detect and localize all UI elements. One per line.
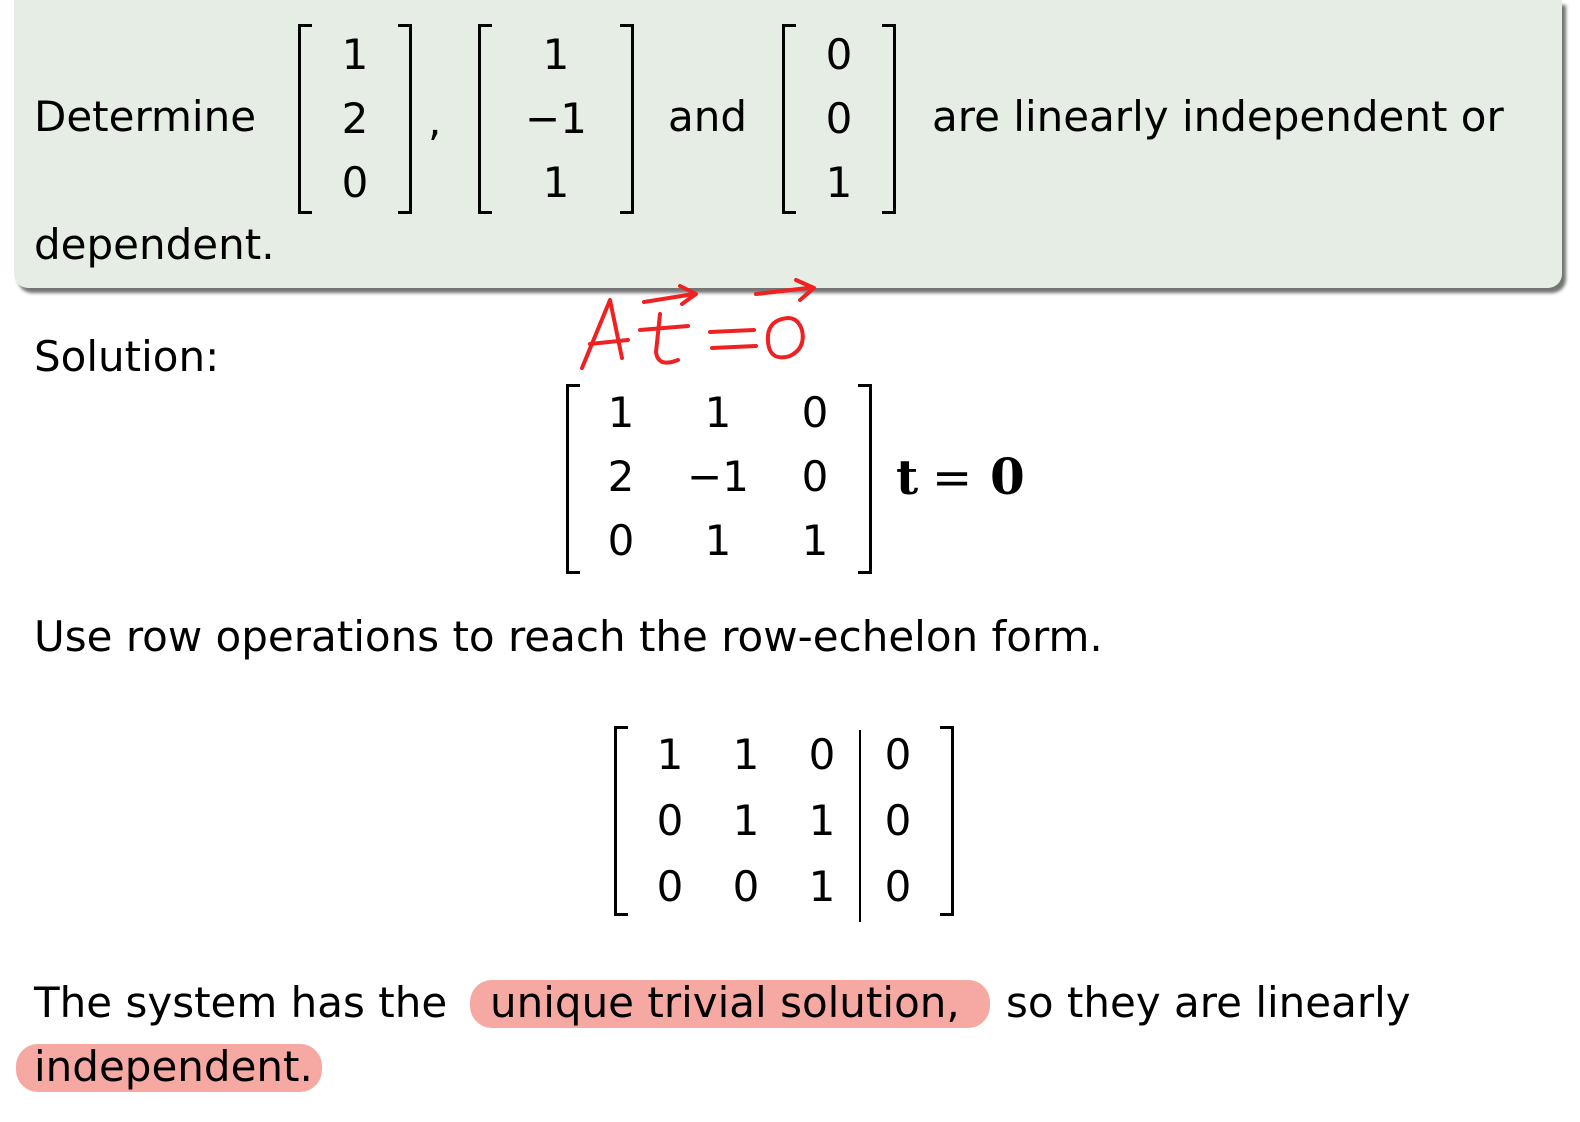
instruction-text: Use row operations to reach the row-eche…: [34, 612, 1103, 661]
equals-sign: =: [932, 450, 973, 506]
vector-2: 1 −1 1: [478, 24, 634, 214]
matrix-entry: 0: [801, 452, 829, 501]
echelon-matrix: 1 1 0 0 0 1 1 0 0 0 1 0: [614, 726, 954, 922]
matrix-entry: 0: [607, 516, 635, 565]
vector-1-entry: 1: [341, 30, 369, 79]
conclusion-part2: so they are linearly: [1006, 978, 1411, 1027]
matrix-entry: 2: [607, 452, 635, 501]
vector-1-entry: 0: [341, 158, 369, 207]
vector-3: 0 0 1: [782, 24, 896, 214]
matrix-entry: 1: [732, 730, 760, 779]
conclusion-highlight-1: unique trivial solution,: [490, 978, 960, 1027]
zero-vector-symbol: 0: [990, 447, 1025, 506]
t-vector-symbol: t: [896, 450, 919, 506]
vector-3-entry: 1: [825, 158, 853, 207]
augment-divider: [859, 730, 861, 922]
problem-prefix: Determine: [34, 92, 257, 141]
vector-2-entry: 1: [542, 158, 570, 207]
matrix-entry: 0: [884, 730, 912, 779]
matrix-entry: 0: [808, 730, 836, 779]
handwritten-annotation: [580, 278, 816, 370]
matrix-entry: 1: [704, 516, 732, 565]
vector-1-entry: 2: [341, 94, 369, 143]
matrix-entry: 0: [656, 862, 684, 911]
vector-2-entry: 1: [542, 30, 570, 79]
vector-3-entry: 0: [825, 94, 853, 143]
problem-continuation: dependent.: [34, 220, 275, 269]
vector-3-entry: 0: [825, 30, 853, 79]
problem-suffix: are linearly independent or: [932, 92, 1504, 141]
and-word: and: [668, 92, 748, 141]
solution-label: Solution:: [34, 332, 220, 381]
matrix-entry: 1: [656, 730, 684, 779]
vector-1: 1 2 0: [298, 24, 412, 214]
matrix-entry: 0: [732, 862, 760, 911]
matrix-entry: 1: [808, 796, 836, 845]
matrix-entry: 1: [732, 796, 760, 845]
bracket-left: [614, 726, 628, 916]
matrix-entry: 1: [704, 388, 732, 437]
matrix-entry: −1: [687, 452, 749, 501]
conclusion-highlight-2: independent.: [34, 1042, 313, 1091]
matrix-entry: 0: [884, 862, 912, 911]
conclusion-part1: The system has the: [34, 978, 448, 1027]
matrix-entry: 1: [607, 388, 635, 437]
bracket-right: [940, 726, 954, 916]
bracket-right: [858, 384, 872, 574]
matrix-entry: 0: [801, 388, 829, 437]
vector-2-entry: −1: [525, 94, 587, 143]
matrix-entry: 0: [656, 796, 684, 845]
bracket-left: [566, 384, 580, 574]
comma: ,: [428, 96, 442, 145]
matrix-entry: 0: [884, 796, 912, 845]
matrix-entry: 1: [808, 862, 836, 911]
matrix-entry: 1: [801, 516, 829, 565]
coefficient-matrix: 1 1 0 2 −1 0 0 1 1: [566, 384, 872, 574]
